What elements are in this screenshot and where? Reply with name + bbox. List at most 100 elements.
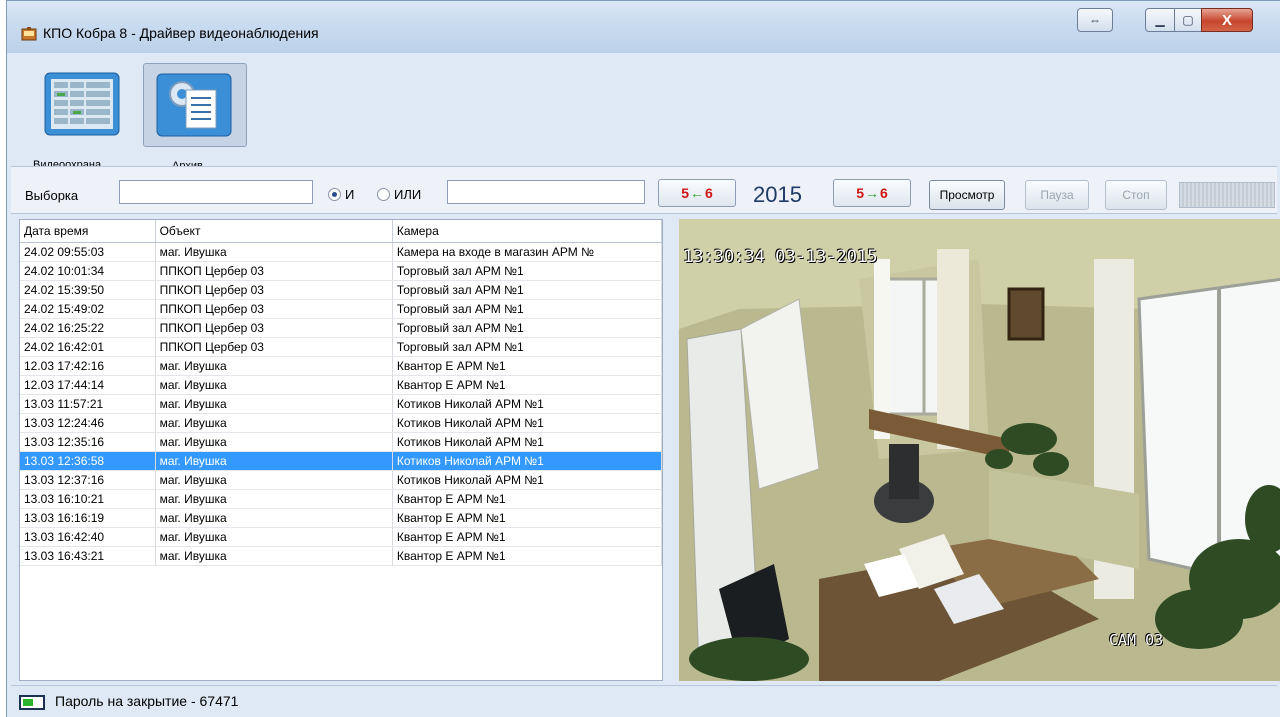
stop-button[interactable]: Стоп [1105, 180, 1167, 210]
table-row[interactable]: 13.03 12:24:46 маг. Ивушка Котиков Николай… [20, 414, 662, 433]
minimize-button[interactable]: ▁ [1145, 8, 1175, 32]
table-row[interactable]: 13.03 16:43:21 маг. Ивушка Квантор Е АРМ №… [20, 547, 662, 566]
table-row[interactable]: 12.03 17:42:16 маг. Ивушка Квантор Е АРМ №… [20, 357, 662, 376]
table-header: Дата время Объект Камера [20, 220, 662, 243]
radio-or[interactable]: ИЛИ [377, 187, 421, 202]
cell-datetime: 13.03 16:16:19 [20, 509, 156, 527]
events-table[interactable]: Дата время Объект Камера 24.02 09:55:03 м… [19, 219, 663, 681]
pause-button[interactable]: Пауза [1025, 180, 1089, 210]
status-bar: Пароль на закрытие - 67471 [11, 685, 1277, 717]
video-camera-label: CAM 03 [1109, 631, 1164, 649]
close-icon: X [1221, 11, 1232, 29]
table-row[interactable]: 13.03 16:42:40 маг. Ивушка Квантор Е АРМ №… [20, 528, 662, 547]
cell-datetime: 24.02 15:49:02 [20, 300, 156, 318]
cell-camera: Торговый зал АРМ №1 [393, 338, 662, 356]
date-prev-button[interactable]: 5 ← 6 [658, 179, 736, 207]
table-body: 24.02 09:55:03 маг. Ивушка Камера на входе… [20, 243, 662, 566]
cell-camera: Торговый зал АРМ №1 [393, 281, 662, 299]
table-row[interactable]: 12.03 17:44:14 маг. Ивушка Квантор Е АРМ №… [20, 376, 662, 395]
arrow-right-icon: → [865, 185, 879, 201]
radio-or-label: ИЛИ [394, 187, 422, 202]
cell-object: ППКОП Цербер 03 [156, 262, 393, 280]
camera-frame [679, 219, 1280, 681]
maximize-icon: ▢ [1182, 13, 1194, 27]
date-next-to: 6 [880, 185, 888, 201]
cell-camera: Квантор Е АРМ №1 [393, 357, 662, 375]
cell-camera: Котиков Николай АРМ №1 [393, 395, 662, 413]
table-row[interactable]: 13.03 12:37:16 маг. Ивушка Котиков Николай… [20, 471, 662, 490]
cell-object: маг. Ивушка [156, 528, 393, 546]
date-prev-to: 6 [705, 185, 713, 201]
filter-input-2[interactable] [447, 180, 645, 204]
battery-status-icon [19, 695, 45, 710]
table-row[interactable]: 24.02 15:49:02 ППКОП Цербер 03 Торговый за… [20, 300, 662, 319]
header-camera[interactable]: Камера [393, 220, 662, 242]
double-arrow-icon: ⇔ [1089, 13, 1101, 27]
cell-object: маг. Ивушка [156, 452, 393, 470]
table-row[interactable]: 13.03 12:35:16 маг. Ивушка Котиков Николай… [20, 433, 662, 452]
app-window: КПО Кобра 8 - Драйвер видеонаблюдения ⇔ … [6, 0, 1280, 717]
resize-button[interactable]: ⇔ [1077, 8, 1113, 32]
filter-input-1[interactable] [119, 180, 313, 204]
cell-camera: Квантор Е АРМ №1 [393, 528, 662, 546]
table-row[interactable]: 13.03 12:36:58 маг. Ивушка Котиков Николай… [20, 452, 662, 471]
status-text: Пароль на закрытие - 67471 [55, 693, 239, 709]
cell-datetime: 13.03 16:43:21 [20, 547, 156, 565]
table-row[interactable]: 24.02 10:01:34 ППКОП Цербер 03 Торговый за… [20, 262, 662, 281]
date-next-button[interactable]: 5 → 6 [833, 179, 911, 207]
cell-datetime: 13.03 16:10:21 [20, 490, 156, 508]
cell-object: маг. Ивушка [156, 414, 393, 432]
cell-camera: Торговый зал АРМ №1 [393, 319, 662, 337]
filter-label: Выборка [25, 188, 79, 203]
cell-object: маг. Ивушка [156, 471, 393, 489]
cell-datetime: 24.02 16:42:01 [20, 338, 156, 356]
title-bar[interactable]: КПО Кобра 8 - Драйвер видеонаблюдения ⇔ … [7, 1, 1280, 53]
radio-or-dot[interactable] [377, 188, 390, 201]
cell-object: ППКОП Цербер 03 [156, 281, 393, 299]
year-label: 2015 [753, 182, 802, 207]
close-button[interactable]: X [1201, 8, 1253, 32]
date-prev-from: 5 [681, 185, 689, 201]
cell-object: маг. Ивушка [156, 433, 393, 451]
filter-bar: Выборка И ИЛИ 5 ← 6 2015 5 → 6 Просмотр … [11, 166, 1277, 214]
table-row[interactable]: 13.03 16:10:21 маг. Ивушка Квантор Е АРМ №… [20, 490, 662, 509]
cell-datetime: 12.03 17:42:16 [20, 357, 156, 375]
minimize-icon: ▁ [1155, 13, 1165, 27]
table-row[interactable]: 24.02 09:55:03 маг. Ивушка Камера на входе… [20, 243, 662, 262]
cell-camera: Квантор Е АРМ №1 [393, 509, 662, 527]
video-view[interactable]: 13:30:34 03-13-2015 CAM 03 [679, 219, 1280, 681]
playback-progress [1179, 182, 1275, 208]
table-row[interactable]: 13.03 11:57:21 маг. Ивушка Котиков Николай… [20, 395, 662, 414]
cell-camera: Камера на входе в магазин АРМ № [393, 243, 662, 261]
cell-datetime: 13.03 12:37:16 [20, 471, 156, 489]
table-row[interactable]: 13.03 16:16:19 маг. Ивушка Квантор Е АРМ №… [20, 509, 662, 528]
cell-camera: Котиков Николай АРМ №1 [393, 414, 662, 432]
cell-datetime: 13.03 11:57:21 [20, 395, 156, 413]
cell-object: маг. Ивушка [156, 509, 393, 527]
radio-and[interactable]: И [328, 187, 354, 202]
cell-object: маг. Ивушка [156, 357, 393, 375]
cell-datetime: 12.03 17:44:14 [20, 376, 156, 394]
cell-datetime: 24.02 16:25:22 [20, 319, 156, 337]
cell-camera: Котиков Николай АРМ №1 [393, 452, 662, 470]
radio-and-dot[interactable] [328, 188, 341, 201]
header-object[interactable]: Объект [156, 220, 393, 242]
cell-object: маг. Ивушка [156, 243, 393, 261]
date-next-from: 5 [856, 185, 864, 201]
maximize-button[interactable]: ▢ [1174, 8, 1202, 32]
window-title: КПО Кобра 8 - Драйвер видеонаблюдения [43, 25, 319, 41]
cell-camera: Торговый зал АРМ №1 [393, 300, 662, 318]
cell-camera: Квантор Е АРМ №1 [393, 547, 662, 565]
table-row[interactable]: 24.02 15:39:50 ППКОП Цербер 03 Торговый за… [20, 281, 662, 300]
cell-datetime: 24.02 09:55:03 [20, 243, 156, 261]
radio-and-label: И [345, 187, 355, 202]
cell-object: ППКОП Цербер 03 [156, 319, 393, 337]
cell-camera: Котиков Николай АРМ №1 [393, 433, 662, 451]
header-datetime[interactable]: Дата время [20, 220, 156, 242]
archive-button[interactable]: Архив [143, 63, 247, 172]
table-row[interactable]: 24.02 16:42:01 ППКОП Цербер 03 Торговый за… [20, 338, 662, 357]
view-button[interactable]: Просмотр [929, 180, 1005, 210]
table-row[interactable]: 24.02 16:25:22 ППКОП Цербер 03 Торговый за… [20, 319, 662, 338]
videoguard-button[interactable]: Видеоохрана [31, 63, 135, 171]
cell-datetime: 24.02 15:39:50 [20, 281, 156, 299]
